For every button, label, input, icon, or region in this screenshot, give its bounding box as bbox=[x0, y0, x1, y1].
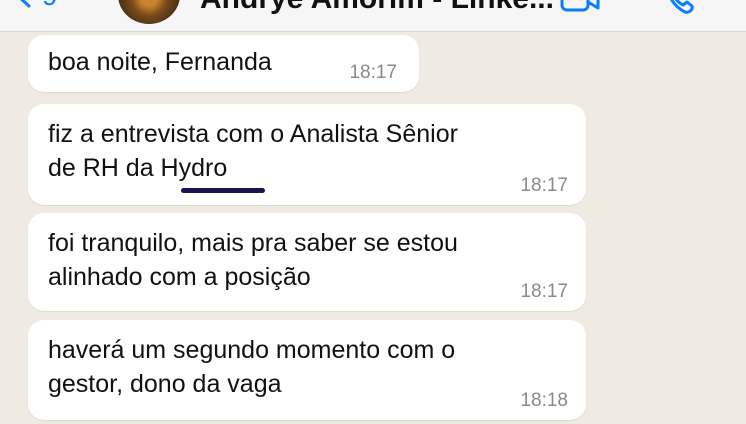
chat-header: 9 Andrye Amorim - Linke... bbox=[0, 0, 746, 32]
avatar[interactable] bbox=[118, 0, 180, 24]
handwritten-underline bbox=[181, 188, 265, 193]
message-bubble[interactable]: boa noite, Fernanda 18:17 bbox=[28, 35, 419, 92]
message-bubble[interactable]: foi tranquilo, mais pra saber se estou a… bbox=[28, 213, 586, 311]
message-text: haverá um segundo momento com o gestor, … bbox=[48, 333, 455, 401]
message-time: 18:18 bbox=[520, 390, 568, 411]
chat-message-list[interactable]: boa noite, Fernanda 18:17 fiz a entrevis… bbox=[0, 32, 746, 424]
contact-name[interactable]: Andrye Amorim - Linke... bbox=[200, 0, 554, 16]
message-line: foi tranquilo, mais pra saber se estou bbox=[48, 229, 458, 257]
message-bubble[interactable]: fiz a entrevista com o Analista Sênior d… bbox=[28, 104, 586, 205]
phone-call-icon[interactable] bbox=[665, 0, 695, 14]
message-line: boa noite, Fernanda bbox=[48, 48, 272, 76]
message-text: boa noite, Fernanda bbox=[48, 45, 272, 79]
message-bubble[interactable]: haverá um segundo momento com o gestor, … bbox=[28, 320, 586, 420]
message-line: haverá um segundo momento com o bbox=[48, 336, 456, 364]
message-line: gestor, dono da vaga bbox=[48, 370, 282, 398]
message-text: foi tranquilo, mais pra saber se estou a… bbox=[48, 226, 458, 294]
message-time: 18:17 bbox=[520, 175, 568, 196]
message-time: 18:17 bbox=[349, 62, 397, 83]
message-line: fiz a entrevista com o Analista Sênior bbox=[48, 120, 458, 148]
message-line: alinhado com a posição bbox=[48, 263, 311, 291]
video-call-icon[interactable] bbox=[560, 0, 600, 14]
message-line: de RH da Hydro bbox=[48, 154, 228, 182]
message-time: 18:17 bbox=[520, 281, 568, 302]
message-text: fiz a entrevista com o Analista Sênior d… bbox=[48, 117, 458, 185]
back-unread-count[interactable]: 9 bbox=[42, 0, 58, 12]
back-arrow-icon[interactable] bbox=[14, 0, 36, 8]
